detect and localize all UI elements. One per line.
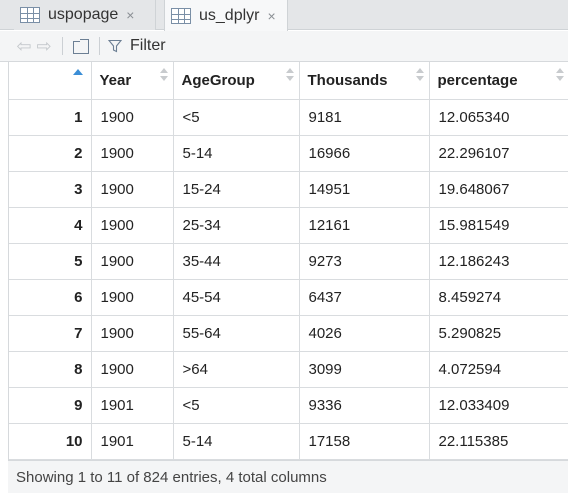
cell-agegroup: 15-24 (173, 171, 300, 208)
toolbar-divider (62, 37, 63, 55)
forward-arrow-icon[interactable]: ⇨ (34, 36, 54, 57)
sort-ascending-icon (73, 69, 83, 75)
toolbar-divider (99, 37, 100, 55)
status-bar: Showing 1 to 11 of 824 entries, 4 total … (8, 460, 568, 493)
row-number: 9 (9, 387, 92, 424)
row-number: 2 (9, 135, 92, 172)
cell-year: 1900 (91, 207, 174, 244)
tab-label: uspopage (48, 6, 119, 23)
cell-thousands: 9181 (299, 99, 430, 136)
column-header-label: percentage (437, 71, 518, 89)
cell-percentage: 19.648067 (429, 171, 568, 208)
table-row: 9 1901 <5 9336 12.033409 (9, 387, 568, 424)
row-number: 6 (9, 279, 92, 316)
row-number: 1 (9, 99, 92, 136)
column-header-label: Thousands (307, 71, 388, 89)
table-row: 2 1900 5-14 16966 22.296107 (9, 135, 568, 172)
table-row: 6 1900 45-54 6437 8.459274 (9, 279, 568, 316)
data-table: Year AgeGroup Thousands percentage 1 1900… (8, 62, 568, 460)
cell-agegroup: 25-34 (173, 207, 300, 244)
cell-agegroup: 45-54 (173, 279, 300, 316)
column-header-label: AgeGroup (181, 71, 255, 89)
cell-year: 1900 (91, 279, 174, 316)
table-row: 10 1901 5-14 17158 22.115385 (9, 423, 568, 460)
cell-agegroup: 35-44 (173, 243, 300, 280)
cell-percentage: 8.459274 (429, 279, 568, 316)
tab-us-dplyr[interactable]: us_dplyr × (164, 0, 288, 31)
cell-percentage: 5.290825 (429, 315, 568, 352)
cell-percentage: 12.033409 (429, 387, 568, 424)
sort-icon (285, 68, 294, 82)
sort-icon (159, 68, 168, 82)
table-row: 5 1900 35-44 9273 12.186243 (9, 243, 568, 280)
cell-percentage: 4.072594 (429, 351, 568, 388)
close-icon[interactable]: × (267, 8, 275, 24)
cell-year: 1900 (91, 99, 174, 136)
cell-percentage: 12.186243 (429, 243, 568, 280)
cell-year: 1900 (91, 243, 174, 280)
table-header-row: Year AgeGroup Thousands percentage (9, 62, 568, 100)
row-number: 3 (9, 171, 92, 208)
cell-agegroup: 5-14 (173, 423, 300, 460)
cell-thousands: 4026 (299, 315, 430, 352)
cell-year: 1901 (91, 423, 174, 460)
table-row: 1 1900 <5 9181 12.065340 (9, 99, 568, 136)
column-header-percentage[interactable]: percentage (429, 62, 568, 100)
cell-agegroup: 5-14 (173, 135, 300, 172)
column-header-label: Year (99, 71, 132, 89)
back-arrow-icon[interactable]: ⇦ (14, 36, 34, 57)
table-row: 4 1900 25-34 12161 15.981549 (9, 207, 568, 244)
filter-label: Filter (130, 37, 166, 54)
data-grid-icon (20, 7, 40, 23)
cell-thousands: 14951 (299, 171, 430, 208)
filter-icon (108, 39, 122, 53)
row-number-header[interactable] (9, 62, 92, 100)
popout-window-icon[interactable] (71, 38, 91, 54)
cell-thousands: 9273 (299, 243, 430, 280)
tab-bar: uspopage × us_dplyr × (0, 0, 568, 31)
cell-thousands: 17158 (299, 423, 430, 460)
column-header-thousands[interactable]: Thousands (299, 62, 430, 100)
cell-agegroup: 55-64 (173, 315, 300, 352)
cell-year: 1900 (91, 315, 174, 352)
cell-agegroup: <5 (173, 387, 300, 424)
cell-year: 1901 (91, 387, 174, 424)
cell-percentage: 22.115385 (429, 423, 568, 460)
cell-thousands: 16966 (299, 135, 430, 172)
table-row: 3 1900 15-24 14951 19.648067 (9, 171, 568, 208)
close-icon[interactable]: × (126, 7, 134, 23)
cell-percentage: 22.296107 (429, 135, 568, 172)
table-row: 8 1900 >64 3099 4.072594 (9, 351, 568, 388)
tab-label: us_dplyr (199, 6, 260, 24)
cell-thousands: 9336 (299, 387, 430, 424)
filter-button[interactable]: Filter (108, 37, 166, 55)
cell-agegroup: <5 (173, 99, 300, 136)
cell-percentage: 12.065340 (429, 99, 568, 136)
cell-year: 1900 (91, 351, 174, 388)
row-number: 10 (9, 423, 92, 460)
row-number: 4 (9, 207, 92, 244)
cell-year: 1900 (91, 171, 174, 208)
data-grid-icon (171, 7, 191, 24)
entries-status-text: Showing 1 to 11 of 824 entries, 4 total … (16, 468, 327, 486)
cell-thousands: 12161 (299, 207, 430, 244)
sort-icon (555, 68, 564, 82)
column-header-year[interactable]: Year (91, 62, 174, 100)
cell-percentage: 15.981549 (429, 207, 568, 244)
cell-year: 1900 (91, 135, 174, 172)
tab-uspopage[interactable]: uspopage × (14, 0, 156, 30)
cell-agegroup: >64 (173, 351, 300, 388)
column-header-agegroup[interactable]: AgeGroup (173, 62, 300, 100)
toolbar: ⇦ ⇨ Filter (0, 31, 568, 62)
row-number: 7 (9, 315, 92, 352)
cell-thousands: 3099 (299, 351, 430, 388)
row-number: 8 (9, 351, 92, 388)
cell-thousands: 6437 (299, 279, 430, 316)
sort-icon (415, 68, 424, 82)
row-number: 5 (9, 243, 92, 280)
table-row: 7 1900 55-64 4026 5.290825 (9, 315, 568, 352)
